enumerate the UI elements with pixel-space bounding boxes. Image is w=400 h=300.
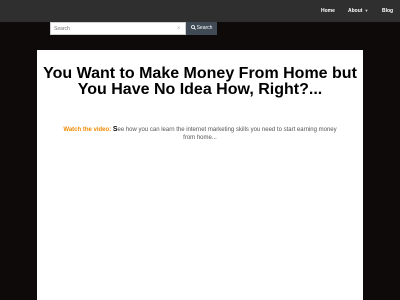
main-content: You Want to Make Money From Home but You… (37, 50, 363, 300)
search-icon (190, 25, 196, 30)
video-intro: Watch the video: See how you can learn t… (57, 126, 343, 142)
nav-about-label: About (348, 8, 363, 14)
search-button[interactable]: Search (186, 22, 217, 35)
top-navbar: Home About ▼ Blog (0, 0, 400, 22)
watch-video-label: Watch the video: (63, 127, 112, 133)
search-input[interactable] (50, 22, 186, 35)
intro-text: ee how you can learn the internet market… (117, 127, 337, 141)
search-button-label: Search (196, 25, 213, 31)
chevron-down-icon: ▼ (364, 8, 369, 13)
page-headline: You Want to Make Money From Home but You… (43, 65, 357, 98)
nav-about-link[interactable]: About ▼ (348, 0, 368, 22)
nav-blog-link[interactable]: Blog (382, 0, 393, 22)
nav-home-link[interactable]: Home (321, 0, 335, 22)
clear-icon[interactable]: × (177, 25, 180, 30)
